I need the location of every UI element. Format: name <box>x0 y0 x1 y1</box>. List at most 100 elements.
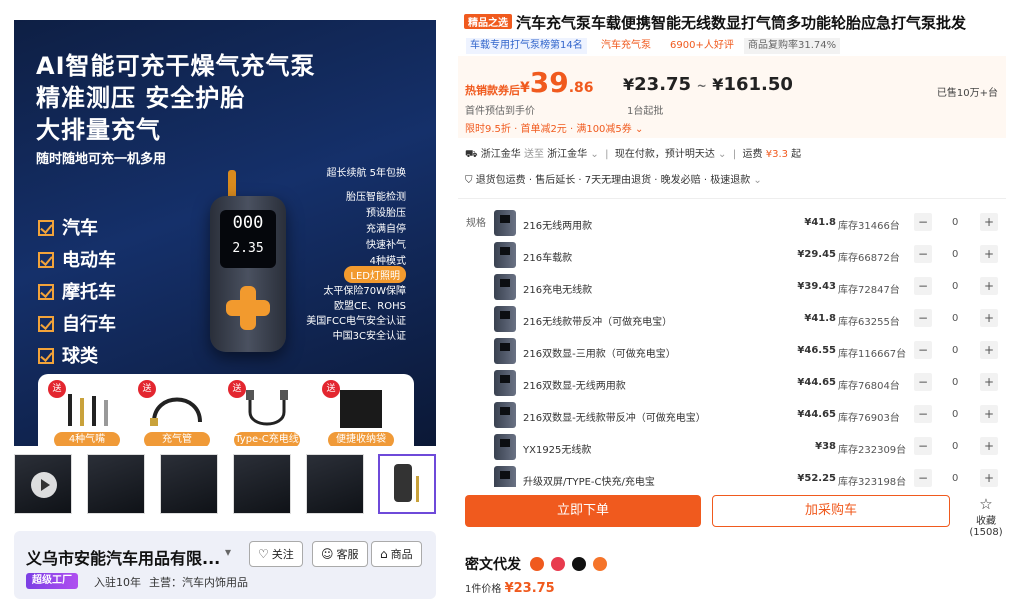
quantity-value[interactable]: 0 <box>952 313 958 324</box>
pump-device-graphic: 000 2.35 <box>210 196 286 352</box>
main-product-image[interactable]: AI智能可充干燥气充气泵 精准测压 安全护胎 大排量充气 随时随地可充一机多用 … <box>14 20 436 446</box>
spec-text: 欧盟CE、ROHS <box>334 301 406 312</box>
quantity-value[interactable]: 0 <box>952 377 958 388</box>
shop-years: 入驻10年 <box>94 576 141 589</box>
reviews-tag[interactable]: 6900+人好评 <box>666 38 738 54</box>
increment-button[interactable]: + <box>980 309 998 327</box>
follow-button[interactable]: ♡ 关注 <box>249 541 303 567</box>
destination-select[interactable]: 浙江金华 <box>547 149 587 160</box>
decrement-button[interactable]: − <box>914 213 932 231</box>
sku-row: YX1925无线款 ¥38 库存232309台 − 0 + <box>458 431 1006 463</box>
spec-highlight: LED灯照明 <box>344 266 406 283</box>
thumbnail-image[interactable] <box>160 454 218 514</box>
thumbnail-image[interactable] <box>306 454 364 514</box>
thumbnail-image[interactable] <box>233 454 291 514</box>
ranking-tag[interactable]: 车载专用打气泵榜第14名 <box>466 38 587 54</box>
sku-name: 216无线两用款 <box>523 221 593 232</box>
increment-button[interactable]: + <box>980 213 998 231</box>
dropship-price: 1件价格 ¥23.75 <box>465 581 555 596</box>
quantity-value[interactable]: 0 <box>952 473 958 484</box>
accessory-item: 送 便捷收纳袋 <box>322 380 394 446</box>
check-icon <box>38 220 54 236</box>
min-order: 1台起批 <box>627 106 664 117</box>
sku-thumbnail <box>494 306 516 332</box>
increment-button[interactable]: + <box>980 245 998 263</box>
hero-title-line: 大排量充气 <box>36 116 161 144</box>
chevron-down-icon[interactable]: ▾ <box>225 545 231 559</box>
thumbnail-video[interactable] <box>14 454 72 514</box>
dpad-icon <box>226 286 270 330</box>
decrement-button[interactable]: − <box>914 277 932 295</box>
quantity-value[interactable]: 0 <box>952 345 958 356</box>
store-icon: ⌂ <box>380 547 388 561</box>
shop-products-button[interactable]: ⌂ 商品 <box>371 541 422 567</box>
decrement-button[interactable]: − <box>914 309 932 327</box>
sku-stock: 库存116667台 <box>838 349 907 360</box>
main-price: ¥39.86 <box>520 66 594 99</box>
increment-button[interactable]: + <box>980 373 998 391</box>
thumbnail-strip <box>14 452 436 516</box>
decrement-button[interactable]: − <box>914 341 932 359</box>
quantity-value[interactable]: 0 <box>952 217 958 228</box>
sku-stock: 库存63255台 <box>838 317 900 328</box>
decrement-button[interactable]: − <box>914 373 932 391</box>
decrement-button[interactable]: − <box>914 245 932 263</box>
sku-stock: 库存31466台 <box>838 221 900 232</box>
thumbnail-image-selected[interactable] <box>378 454 436 514</box>
decrement-button[interactable]: − <box>914 469 932 487</box>
product-page: AI智能可充干燥气充气泵 精准测压 安全护胎 大排量充气 随时随地可充一机多用 … <box>0 0 1024 599</box>
increment-button[interactable]: + <box>980 405 998 423</box>
category-tag[interactable]: 汽车充气泵 <box>597 38 655 54</box>
sku-row: 216充电无线款 ¥39.43 库存72847台 − 0 + <box>458 271 1006 303</box>
add-to-cart-button[interactable]: 加采购车 <box>712 495 950 527</box>
sku-price: ¥44.65 <box>797 377 836 388</box>
delivery-estimate[interactable]: 现在付款，预计明天达 <box>615 149 715 160</box>
spec-text: 中国3C安全认证 <box>332 331 406 342</box>
sku-name: 216无线款带反冲（可做充电宝） <box>523 317 673 328</box>
taobao-icon <box>530 557 544 571</box>
spec-text: 胎压智能检测 <box>346 192 406 203</box>
price-range: ¥23.75 ~ ¥161.50 <box>623 74 793 95</box>
spec-text: 快速补气 <box>366 240 406 251</box>
product-title: 精品之选 汽车充气泵车载便携智能无线数显打气筒多功能轮胎应急打气泵批发 <box>464 12 1004 32</box>
service-guarantees[interactable]: ⛉ 退货包运费 · 售后延长 · 7天无理由退货 · 晚发必赔 · 极速退款 ⌄ <box>465 171 762 186</box>
sku-stock: 库存76903台 <box>838 413 900 424</box>
check-icon <box>38 348 54 364</box>
decrement-button[interactable]: − <box>914 437 932 455</box>
sku-stock: 库存323198台 <box>838 477 907 487</box>
sku-price: ¥41.8 <box>804 313 836 324</box>
increment-button[interactable]: + <box>980 341 998 359</box>
feature-item: 球类 <box>38 342 98 368</box>
shop-name[interactable]: 义乌市安能汽车用品有限... <box>26 545 220 569</box>
increment-button[interactable]: + <box>980 469 998 487</box>
sku-name: YX1925无线款 <box>523 445 592 456</box>
promotions[interactable]: 限时9.5折 · 首单减2元 · 满100减5券 ⌄ <box>465 120 643 135</box>
favorite-button[interactable]: ☆ 收藏 (1508) <box>958 496 1014 538</box>
pinduoduo-icon <box>551 557 566 571</box>
order-now-button[interactable]: 立即下单 <box>465 495 701 527</box>
sku-name: 216双数显-无线款带反冲（可做充电宝） <box>523 413 706 424</box>
spec-text: 预设胎压 <box>366 208 406 219</box>
sku-thumbnail <box>494 370 516 396</box>
thumbnail-image[interactable] <box>87 454 145 514</box>
increment-button[interactable]: + <box>980 437 998 455</box>
platform-icons <box>530 556 609 575</box>
increment-button[interactable]: + <box>980 277 998 295</box>
sku-price: ¥44.65 <box>797 409 836 420</box>
customer-service-button[interactable]: ☺ 客服 <box>312 541 368 567</box>
price-note: 首件预估到手价 <box>465 106 535 117</box>
sku-row: 216双数显-无线款带反冲（可做充电宝） ¥44.65 库存76903台 − 0… <box>458 399 1006 431</box>
shield-icon: ⛉ <box>465 175 473 186</box>
quantity-value[interactable]: 0 <box>952 281 958 292</box>
sku-thumbnail <box>494 210 516 236</box>
quantity-value[interactable]: 0 <box>952 441 958 452</box>
dropship-title: 密文代发 <box>465 557 521 573</box>
sku-name: 216双数显-三用款（可做充电宝） <box>523 349 676 360</box>
quantity-value[interactable]: 0 <box>952 249 958 260</box>
check-icon <box>38 316 54 332</box>
divider <box>458 198 1006 199</box>
device-screen: 000 2.35 <box>220 210 276 268</box>
hero-title-line: 精准测压 安全护胎 <box>36 84 246 112</box>
decrement-button[interactable]: − <box>914 405 932 423</box>
quantity-value[interactable]: 0 <box>952 409 958 420</box>
